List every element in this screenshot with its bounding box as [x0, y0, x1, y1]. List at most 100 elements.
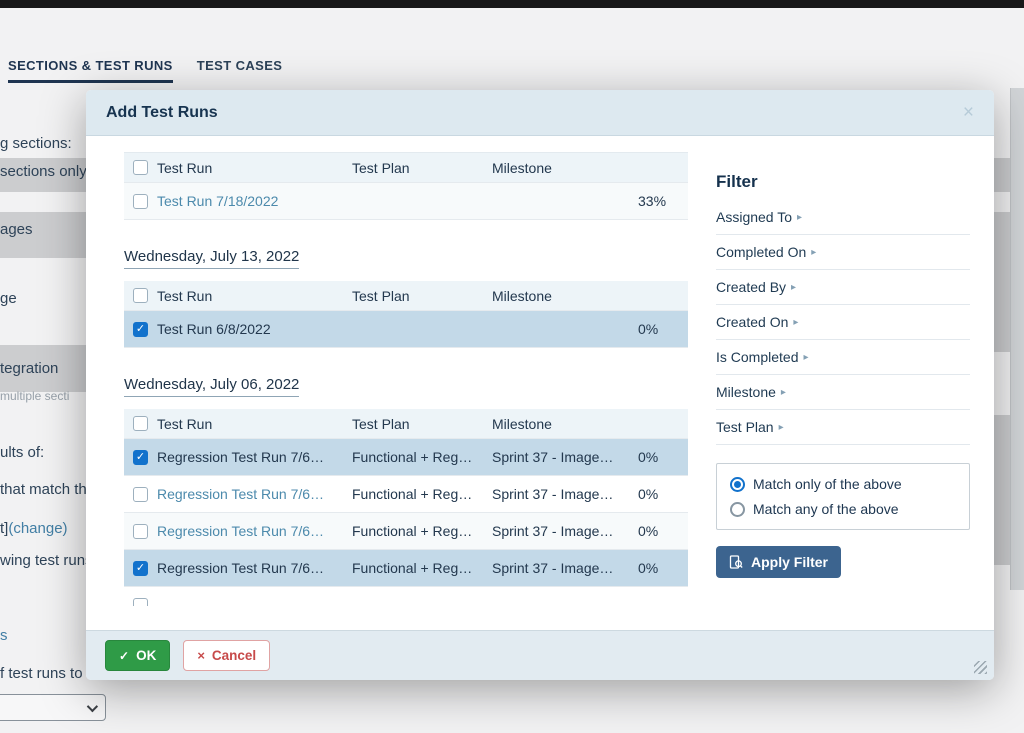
table-header-row: Test RunTest PlanMilestone — [124, 153, 688, 183]
test-run-link[interactable]: Test Run 7/18/2022 — [157, 193, 352, 209]
filter-items: Assigned To▸Completed On▸Created By▸Crea… — [716, 200, 970, 445]
table-header-row: Test RunTest PlanMilestone — [124, 409, 688, 439]
row-checkbox[interactable]: ✓ — [133, 561, 148, 576]
completion-percent: 0% — [638, 321, 688, 337]
completion-percent: 0% — [638, 523, 688, 539]
partially-visible-row — [124, 587, 688, 606]
milestone-cell: Sprint 37 - Image… — [492, 523, 638, 539]
row-checkbox[interactable] — [133, 524, 148, 539]
test-run-link[interactable]: Regression Test Run 7/6… — [157, 523, 352, 539]
header-checkbox-cell — [124, 160, 157, 175]
test-plan-cell: Functional + Reg… — [352, 449, 492, 465]
header-checkbox-cell — [124, 416, 157, 431]
dialog-footer: ✓ OK × Cancel — [86, 630, 994, 680]
select-all-checkbox[interactable] — [133, 288, 148, 303]
test-run-row[interactable]: Regression Test Run 7/6…Functional + Reg… — [124, 476, 688, 513]
test-plan-cell: Functional + Reg… — [352, 523, 492, 539]
match-option-label: Match any of the above — [753, 501, 899, 517]
column-header: Test Plan — [352, 288, 492, 304]
test-runs-table: Test RunTest PlanMilestoneTest Run 7/18/… — [124, 152, 688, 220]
chevron-right-icon: ▸ — [811, 246, 816, 258]
resize-handle[interactable] — [974, 661, 987, 674]
ok-button[interactable]: ✓ OK — [105, 640, 170, 671]
test-run-row[interactable] — [124, 587, 688, 606]
completion-percent: 33% — [638, 193, 688, 209]
select-all-checkbox[interactable] — [133, 416, 148, 431]
match-option-label: Match only of the above — [753, 476, 902, 492]
date-label: Wednesday, July 06, 2022 — [124, 376, 299, 397]
cross-icon: × — [197, 648, 205, 663]
match-option[interactable]: Match any of the above — [730, 501, 956, 517]
column-header: Milestone — [492, 288, 638, 304]
dialog-title: Add Test Runs — [106, 104, 218, 122]
check-icon: ✓ — [119, 649, 129, 663]
test-run-name: Test Run 6/8/2022 — [157, 321, 352, 337]
test-plan-cell: Functional + Reg… — [352, 560, 492, 576]
select-all-checkbox[interactable] — [133, 160, 148, 175]
test-run-row[interactable]: Regression Test Run 7/6…Functional + Reg… — [124, 513, 688, 550]
filter-item-is-completed[interactable]: Is Completed ▸ — [716, 340, 970, 375]
apply-filter-icon — [729, 555, 743, 569]
completion-percent: 0% — [638, 560, 688, 576]
cancel-button[interactable]: × Cancel — [183, 640, 270, 671]
chevron-right-icon: ▸ — [803, 351, 808, 363]
filter-item-label: Is Completed — [716, 349, 798, 365]
dialog-header: Add Test Runs × — [86, 90, 994, 136]
filter-item-test-plan[interactable]: Test Plan ▸ — [716, 410, 970, 445]
add-test-runs-dialog: Add Test Runs × Test RunTest PlanMilesto… — [86, 90, 994, 680]
test-run-row[interactable]: ✓ Test Run 6/8/2022 0% — [124, 311, 688, 348]
close-icon[interactable]: × — [963, 103, 974, 122]
row-checkbox[interactable] — [133, 487, 148, 502]
checkbox-cell — [124, 598, 157, 607]
radio-button[interactable] — [730, 502, 745, 517]
filter-item-label: Created By — [716, 279, 786, 295]
radio-button[interactable] — [730, 477, 745, 492]
screen: SECTIONS & TEST RUNS TEST CASES g sectio… — [0, 0, 1024, 733]
cancel-label: Cancel — [212, 648, 256, 663]
chevron-right-icon: ▸ — [779, 421, 784, 433]
filter-item-assigned-to[interactable]: Assigned To▸ — [716, 200, 970, 235]
test-run-name: Regression Test Run 7/6… — [157, 449, 352, 465]
checkbox-cell: ✓ — [124, 322, 157, 337]
column-header: Test Plan — [352, 160, 492, 176]
chevron-right-icon: ▸ — [797, 211, 802, 223]
filter-item-created-by[interactable]: Created By ▸ — [716, 270, 970, 305]
apply-filter-button[interactable]: Apply Filter — [716, 546, 841, 578]
filter-item-created-on[interactable]: Created On▸ — [716, 305, 970, 340]
filter-item-completed-on[interactable]: Completed On▸ — [716, 235, 970, 270]
test-runs-table: Test RunTest PlanMilestone ✓ Test Run 6/8/… — [124, 281, 688, 348]
date-group-heading: Wednesday, July 13, 2022 — [124, 248, 688, 269]
test-runs-table: Test RunTest PlanMilestone ✓ Regression Te… — [124, 409, 688, 587]
dialog-body: Test RunTest PlanMilestoneTest Run 7/18/… — [86, 136, 994, 630]
column-header: Milestone — [492, 416, 638, 432]
milestone-cell: Sprint 37 - Image… — [492, 486, 638, 502]
row-checkbox[interactable] — [133, 598, 148, 607]
test-plan-cell: Functional + Reg… — [352, 486, 492, 502]
table-header-row: Test RunTest PlanMilestone — [124, 281, 688, 311]
test-run-row[interactable]: ✓ Regression Test Run 7/6…Functional + Re… — [124, 439, 688, 476]
filter-item-label: Test Plan — [716, 419, 774, 435]
match-option[interactable]: Match only of the above — [730, 476, 956, 492]
row-checkbox[interactable] — [133, 194, 148, 209]
row-checkbox[interactable]: ✓ — [133, 322, 148, 337]
checkbox-cell — [124, 194, 157, 209]
date-group-heading: Wednesday, July 06, 2022 — [124, 376, 688, 397]
apply-filter-label: Apply Filter — [751, 554, 828, 570]
chevron-right-icon: ▸ — [793, 316, 798, 328]
column-header: Test Plan — [352, 416, 492, 432]
checkbox-cell: ✓ — [124, 561, 157, 576]
test-run-name: Regression Test Run 7/6… — [157, 560, 352, 576]
chevron-right-icon: ▸ — [791, 281, 796, 293]
completion-percent: 0% — [638, 486, 688, 502]
milestone-cell: Sprint 37 - Image… — [492, 449, 638, 465]
filter-item-milestone[interactable]: Milestone▸ — [716, 375, 970, 410]
test-run-row[interactable]: ✓ Regression Test Run 7/6…Functional + Re… — [124, 550, 688, 587]
column-header: Test Run — [157, 160, 352, 176]
checkbox-cell — [124, 487, 157, 502]
test-run-link[interactable]: Regression Test Run 7/6… — [157, 486, 352, 502]
row-checkbox[interactable]: ✓ — [133, 450, 148, 465]
filter-panel: Filter Assigned To▸Completed On▸Created … — [716, 152, 970, 630]
test-run-row[interactable]: Test Run 7/18/2022 33% — [124, 183, 688, 220]
column-header: Test Run — [157, 416, 352, 432]
ok-label: OK — [136, 648, 156, 663]
